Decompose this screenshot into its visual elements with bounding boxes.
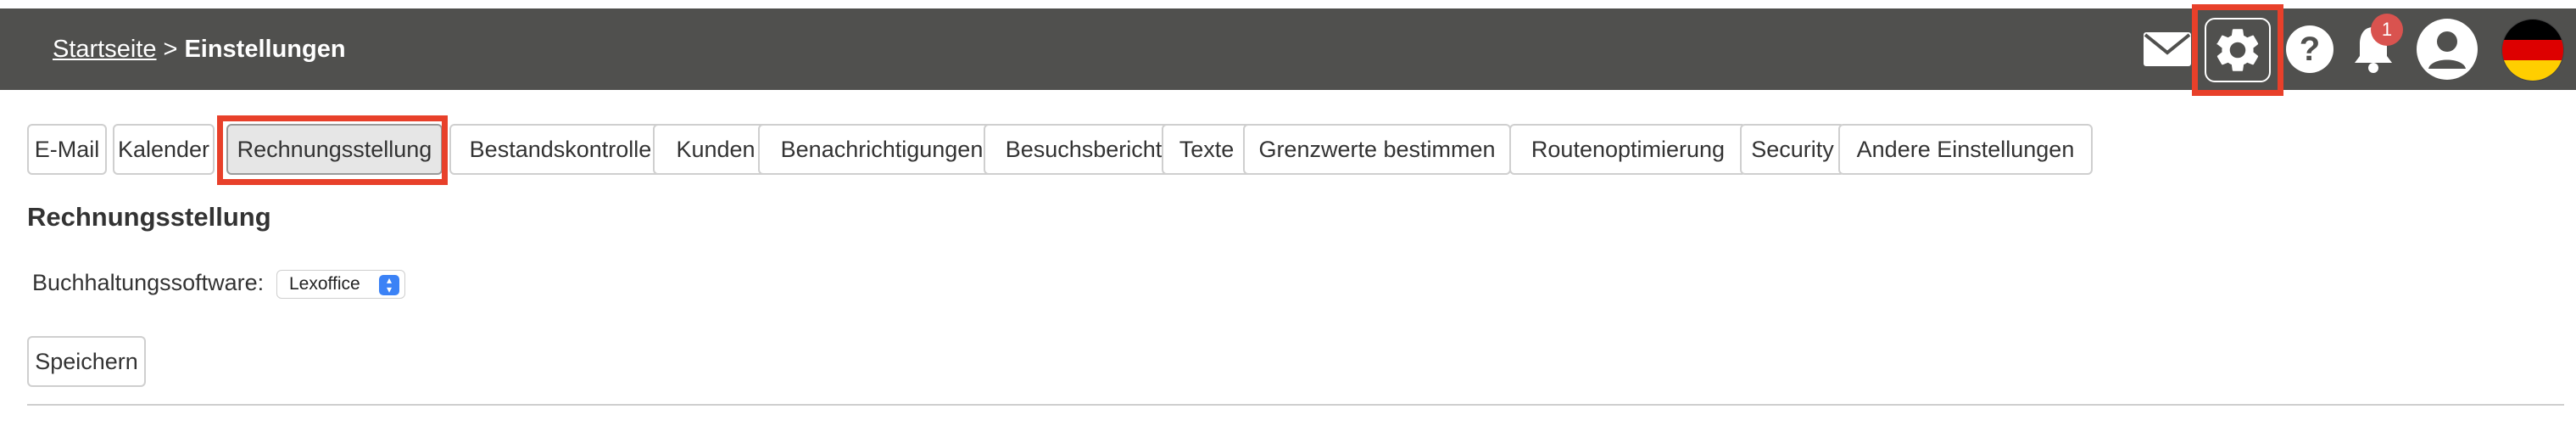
accounting-software-value: Lexoffice <box>289 274 360 294</box>
tab-security[interactable]: Security <box>1740 124 1845 175</box>
tab-calendar[interactable]: Kalender <box>113 124 215 175</box>
breadcrumb-separator: > <box>163 36 178 63</box>
breadcrumb-home-link[interactable]: Startseite <box>53 36 157 63</box>
select-arrows-icon: ▴ ▾ <box>379 275 399 295</box>
tab-email[interactable]: E-Mail <box>27 124 107 175</box>
tab-limits[interactable]: Grenzwerte bestimmen <box>1243 124 1511 175</box>
accounting-software-select[interactable]: Lexoffice ▴ ▾ <box>276 270 405 299</box>
tab-other-settings[interactable]: Andere Einstellungen <box>1838 124 2093 175</box>
breadcrumb: Startseite > Einstellungen <box>53 8 346 90</box>
accounting-software-label: Buchhaltungssoftware: <box>32 270 265 295</box>
section-title: Rechnungsstellung <box>27 202 271 232</box>
save-button[interactable]: Speichern <box>27 336 146 387</box>
tab-route-optimization[interactable]: Routenoptimierung <box>1509 124 1747 175</box>
gear-icon <box>2205 18 2271 82</box>
mail-icon[interactable] <box>2140 8 2194 90</box>
flag-de-icon[interactable] <box>2501 19 2564 81</box>
tab-notifications[interactable]: Benachrichtigungen <box>758 124 1006 175</box>
tab-visit-report[interactable]: Besuchsbericht <box>984 124 1184 175</box>
active-tab-highlight <box>217 115 448 185</box>
help-icon[interactable]: ? <box>2283 8 2337 90</box>
tab-texts[interactable]: Texte <box>1162 124 1252 175</box>
svg-text:?: ? <box>2300 31 2320 68</box>
user-avatar-icon[interactable] <box>2413 8 2481 90</box>
settings-button[interactable] <box>2192 4 2283 96</box>
notification-badge: 1 <box>2371 14 2403 46</box>
divider <box>27 404 2564 406</box>
tab-inventory[interactable]: Bestandskontrolle <box>449 124 672 175</box>
breadcrumb-current: Einstellungen <box>184 36 346 63</box>
